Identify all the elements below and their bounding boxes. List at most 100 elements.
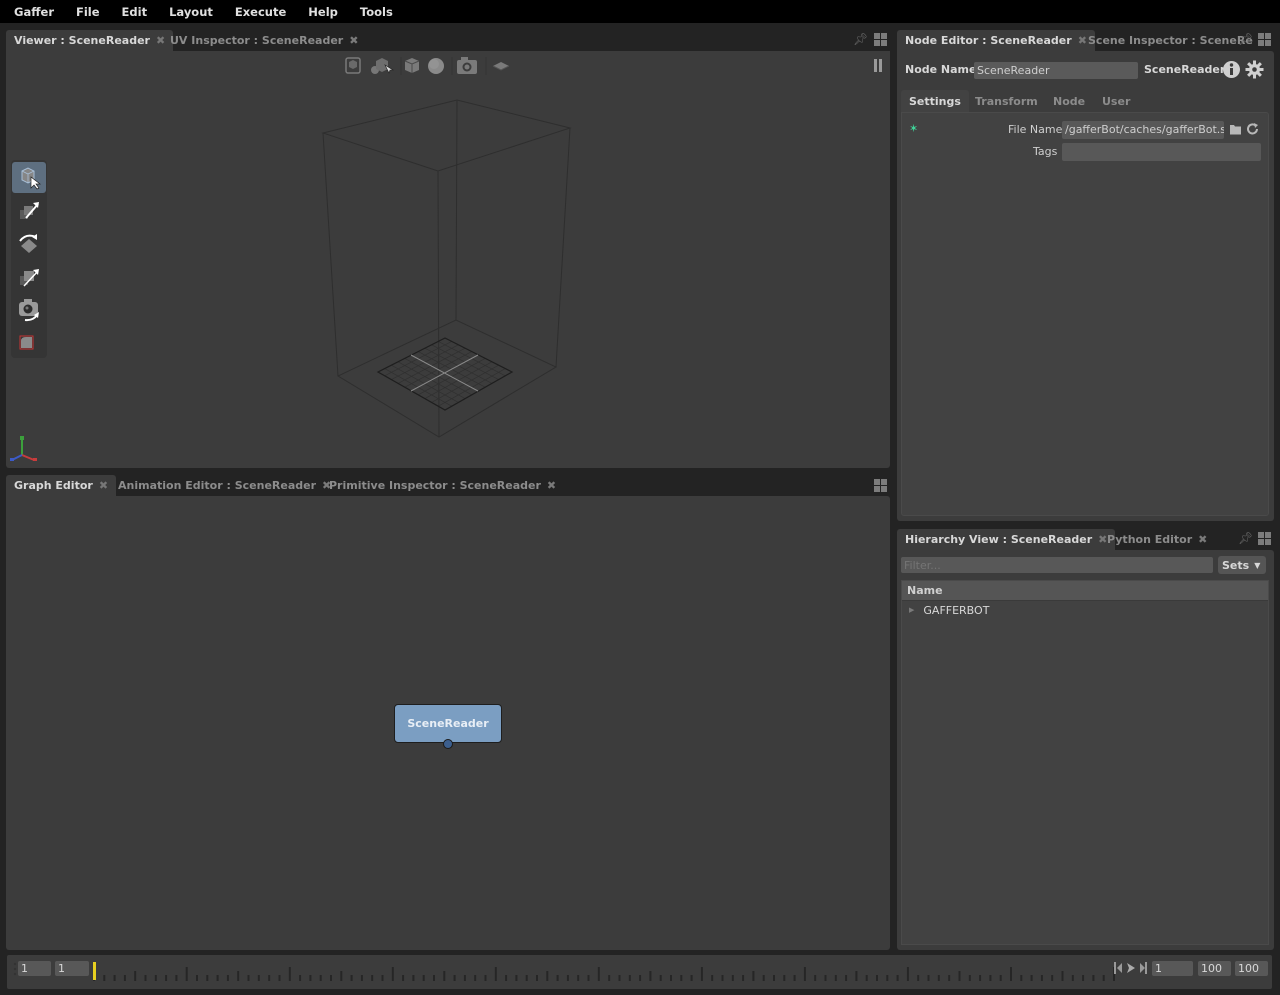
column-header-name[interactable]: Name: [902, 581, 1268, 601]
frame-tick: [391, 967, 394, 981]
frame-tick: [700, 967, 703, 981]
expand-icon[interactable]: [404, 58, 420, 73]
menu-tools[interactable]: Tools: [360, 5, 393, 19]
menu-help[interactable]: Help: [308, 5, 338, 19]
tab-viewer[interactable]: Viewer : SceneReader ✖: [6, 30, 174, 51]
folder-icon[interactable]: [1229, 123, 1242, 135]
expand-arrow-icon[interactable]: ▶: [909, 606, 914, 614]
frame-tick: [639, 975, 642, 981]
frame-tick: [474, 975, 477, 981]
end-frame-field[interactable]: 100: [1235, 961, 1268, 976]
frame-tick: [566, 975, 569, 981]
range-start-field[interactable]: 1: [55, 961, 89, 976]
select-tool[interactable]: [12, 162, 46, 193]
camera-tool[interactable]: [12, 294, 46, 325]
subtab-transform[interactable]: Transform: [967, 90, 1046, 112]
play-icon[interactable]: [1127, 963, 1135, 973]
translate-tool[interactable]: [12, 195, 46, 226]
frame-tick: [1040, 975, 1043, 981]
close-icon[interactable]: ✖: [1198, 533, 1207, 546]
frame-tick: [494, 967, 497, 981]
layout-grid-icon[interactable]: [874, 33, 887, 46]
graph-editor-panel: Graph Editor ✖ Animation Editor : SceneR…: [6, 474, 890, 950]
lighting-icon[interactable]: [428, 58, 444, 74]
frame-tick: [752, 971, 755, 981]
jump-to-start-icon[interactable]: [1114, 962, 1122, 974]
close-icon[interactable]: ✖: [547, 479, 556, 492]
node-scenereader[interactable]: SceneReader: [394, 704, 502, 743]
shading-mode-icon[interactable]: [371, 58, 395, 74]
tab-uv-inspector[interactable]: UV Inspector : SceneReader ✖: [162, 30, 366, 51]
tab-python-editor[interactable]: Python Editor ✖: [1099, 529, 1215, 550]
tab-label: Graph Editor: [14, 479, 93, 492]
info-icon[interactable]: [1222, 60, 1241, 79]
frame-tick: [814, 975, 817, 981]
rotate-tool-icon: [19, 234, 37, 253]
current-frame-field[interactable]: 1: [1152, 961, 1193, 976]
viewer-body[interactable]: [6, 51, 890, 468]
scale-tool[interactable]: [12, 261, 46, 292]
chevron-down-icon: ▼: [1254, 560, 1261, 570]
refresh-icon[interactable]: [1246, 122, 1260, 136]
pause-icon[interactable]: [874, 59, 882, 72]
layout-grid-icon[interactable]: [1258, 33, 1271, 46]
sets-dropdown[interactable]: Sets ▼: [1218, 556, 1266, 574]
node-output-plug[interactable]: [443, 739, 453, 749]
hierarchy-tree[interactable]: [901, 580, 1269, 945]
subtab-node[interactable]: Node: [1045, 90, 1093, 112]
rotate-tool[interactable]: [12, 228, 46, 259]
tags-input[interactable]: [1062, 143, 1261, 161]
frame-tick: [185, 967, 188, 981]
subtab-user[interactable]: User: [1094, 90, 1138, 112]
playback-controls: [1114, 962, 1147, 974]
close-icon[interactable]: ✖: [349, 34, 358, 47]
frame-tick: [1020, 975, 1023, 981]
tab-scene-inspector[interactable]: Scene Inspector : SceneRe: [1080, 30, 1261, 51]
grid-icon[interactable]: [492, 62, 510, 71]
frame-tick: [979, 975, 982, 981]
frame-tick: [350, 975, 353, 981]
start-frame-field[interactable]: 1: [18, 961, 51, 976]
gear-icon[interactable]: [1245, 60, 1264, 79]
node-name-input[interactable]: SceneReader: [974, 62, 1138, 79]
subtab-settings[interactable]: Settings: [901, 90, 969, 112]
node-editor-tabbar: Node Editor : SceneReader ✖ Scene Inspec…: [897, 29, 1274, 51]
selection-mask-icon[interactable]: [345, 57, 361, 74]
graph-canvas[interactable]: SceneReader: [6, 496, 890, 950]
menu-edit[interactable]: Edit: [122, 5, 148, 19]
tab-graph-editor[interactable]: Graph Editor ✖: [6, 475, 117, 496]
frame-slider[interactable]: [92, 959, 1117, 983]
viewport-canvas[interactable]: [6, 51, 890, 468]
timeline: 1 1 1 100 100: [7, 955, 1272, 989]
tab-label: Python Editor: [1107, 533, 1193, 546]
crop-window-tool[interactable]: [12, 327, 46, 358]
tree-item-gafferbot[interactable]: ▶ GAFFERBOT: [906, 603, 989, 617]
jump-to-end-icon[interactable]: [1140, 962, 1147, 974]
tab-animation-editor[interactable]: Animation Editor : SceneReader ✖: [110, 475, 339, 496]
filter-input[interactable]: [901, 557, 1213, 573]
menu-file[interactable]: File: [76, 5, 100, 19]
layout-grid-icon[interactable]: [1258, 532, 1271, 545]
tab-label: Hierarchy View : SceneReader: [905, 533, 1093, 546]
frame-tick: [257, 975, 260, 981]
close-icon[interactable]: ✖: [99, 479, 108, 492]
menu-execute[interactable]: Execute: [235, 5, 286, 19]
range-end-field[interactable]: 100: [1198, 961, 1231, 976]
crop-window-tool-icon: [19, 335, 34, 350]
pin-icon[interactable]: 📌︎: [1238, 531, 1253, 545]
tab-node-editor[interactable]: Node Editor : SceneReader ✖: [897, 30, 1095, 51]
camera-icon[interactable]: [457, 57, 477, 74]
tab-label: Animation Editor : SceneReader: [118, 479, 317, 492]
settings-section: [901, 112, 1269, 516]
frame-tick: [443, 971, 446, 981]
playhead[interactable]: [93, 962, 96, 980]
menu-gaffer[interactable]: Gaffer: [14, 5, 54, 19]
menu-layout[interactable]: Layout: [169, 5, 213, 19]
frame-tick: [278, 975, 281, 981]
pin-icon[interactable]: 📌︎: [1238, 32, 1253, 46]
tab-hierarchy-view[interactable]: Hierarchy View : SceneReader ✖: [897, 529, 1116, 550]
pin-icon[interactable]: 📌︎: [853, 32, 868, 46]
tab-primitive-inspector[interactable]: Primitive Inspector : SceneReader ✖: [321, 475, 564, 496]
layout-grid-icon[interactable]: [874, 479, 887, 492]
file-name-input[interactable]: /gafferBot/caches/gafferBot.scc: [1062, 121, 1224, 139]
